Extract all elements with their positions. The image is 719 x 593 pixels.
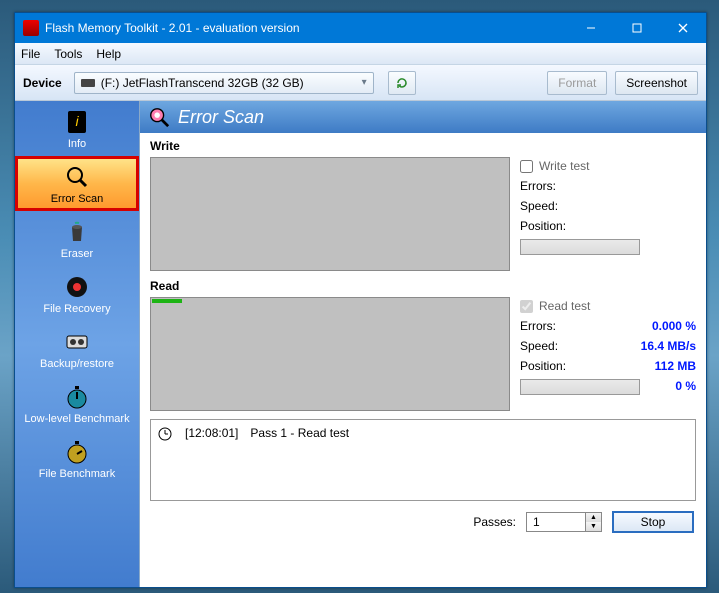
write-heading: Write [150, 139, 696, 153]
read-test-checkbox[interactable] [520, 300, 533, 313]
write-speed-label: Speed: [520, 199, 558, 213]
maximize-button[interactable] [614, 13, 660, 43]
stopwatch-alt-icon [63, 438, 91, 466]
log-time: [12:08:01] [185, 426, 238, 494]
sidebar-item-label: File Recovery [43, 303, 110, 315]
stop-button[interactable]: Stop [612, 511, 694, 533]
sidebar-item-error-scan[interactable]: Error Scan [15, 156, 139, 211]
app-icon [23, 20, 39, 36]
magnifier-icon [63, 163, 91, 191]
screenshot-button[interactable]: Screenshot [615, 71, 698, 95]
write-section: Write Write test Errors: Speed: Position… [140, 133, 706, 273]
sidebar-item-backup-restore[interactable]: Backup/restore [15, 321, 139, 376]
device-combobox[interactable]: (F:) JetFlashTranscend 32GB (32 GB) [74, 72, 374, 94]
read-progress [520, 379, 640, 395]
clock-icon [157, 426, 173, 442]
menu-tools[interactable]: Tools [54, 47, 82, 61]
spinner-down-icon[interactable]: ▼ [586, 522, 601, 531]
titlebar: Flash Memory Toolkit - 2.01 - evaluation… [15, 13, 706, 43]
window-title: Flash Memory Toolkit - 2.01 - evaluation… [45, 21, 568, 35]
write-test-checkbox-label[interactable]: Write test [520, 159, 696, 173]
read-position-label: Position: [520, 359, 566, 373]
read-test-checkbox-label[interactable]: Read test [520, 299, 696, 313]
passes-input[interactable] [526, 512, 586, 532]
minimize-button[interactable] [568, 13, 614, 43]
stopwatch-icon [63, 383, 91, 411]
sidebar-item-label: Eraser [61, 248, 93, 260]
panel-title: Error Scan [178, 107, 264, 128]
menubar: File Tools Help [15, 43, 706, 65]
usb-drive-icon [81, 79, 95, 87]
sidebar-item-label: Error Scan [51, 193, 104, 205]
magnifier-header-icon [148, 106, 170, 128]
sidebar-item-label: Info [68, 138, 86, 150]
lifebuoy-icon [63, 273, 91, 301]
read-progress-value: 0 % [675, 379, 696, 395]
device-label: Device [23, 76, 62, 90]
close-button[interactable] [660, 13, 706, 43]
read-test-label: Read test [539, 299, 590, 313]
write-test-label: Write test [539, 159, 589, 173]
bottom-bar: Passes: ▲▼ Stop [140, 507, 706, 541]
sidebar-item-file-benchmark[interactable]: File Benchmark [15, 431, 139, 486]
read-progress-strip [152, 299, 182, 303]
menu-help[interactable]: Help [96, 47, 121, 61]
write-test-checkbox[interactable] [520, 160, 533, 173]
tape-icon [63, 328, 91, 356]
sidebar-item-low-level-benchmark[interactable]: Low-level Benchmark [15, 376, 139, 431]
sidebar-item-eraser[interactable]: Eraser [15, 211, 139, 266]
write-position-label: Position: [520, 219, 566, 233]
toolbar: Device (F:) JetFlashTranscend 32GB (32 G… [15, 65, 706, 101]
sidebar-item-label: Backup/restore [40, 358, 114, 370]
app-window: Flash Memory Toolkit - 2.01 - evaluation… [14, 12, 707, 588]
info-icon: i [63, 108, 91, 136]
log-panel: [12:08:01] Pass 1 - Read test [150, 419, 696, 501]
read-errors-value: 0.000 % [652, 319, 696, 333]
log-text: Pass 1 - Read test [250, 426, 349, 494]
device-value: (F:) JetFlashTranscend 32GB (32 GB) [101, 76, 304, 90]
write-errors-label: Errors: [520, 179, 556, 193]
spinner-arrows[interactable]: ▲▼ [586, 512, 602, 532]
refresh-button[interactable] [388, 71, 416, 95]
spinner-up-icon[interactable]: ▲ [586, 513, 601, 522]
read-preview [150, 297, 510, 411]
write-progress [520, 239, 640, 255]
sidebar-item-label: Low-level Benchmark [24, 413, 129, 425]
content-panel: Error Scan Write Write test Errors: Spee… [140, 101, 706, 587]
panel-header: Error Scan [140, 101, 706, 133]
read-speed-label: Speed: [520, 339, 558, 353]
sidebar: i Info Error Scan Eraser File Recovery B… [15, 101, 140, 587]
read-errors-label: Errors: [520, 319, 556, 333]
sidebar-item-file-recovery[interactable]: File Recovery [15, 266, 139, 321]
refresh-icon [394, 75, 410, 91]
read-heading: Read [150, 279, 696, 293]
passes-spinner[interactable]: ▲▼ [526, 512, 602, 532]
menu-file[interactable]: File [21, 47, 40, 61]
trash-icon [63, 218, 91, 246]
sidebar-item-label: File Benchmark [39, 468, 115, 480]
read-position-value: 112 MB [655, 359, 696, 373]
write-preview [150, 157, 510, 271]
sidebar-item-info[interactable]: i Info [15, 101, 139, 156]
passes-label: Passes: [473, 515, 516, 529]
format-button[interactable]: Format [547, 71, 607, 95]
read-speed-value: 16.4 MB/s [641, 339, 696, 353]
read-section: Read Read test Errors: 0.000 % Speed: 16.4… [140, 273, 706, 413]
